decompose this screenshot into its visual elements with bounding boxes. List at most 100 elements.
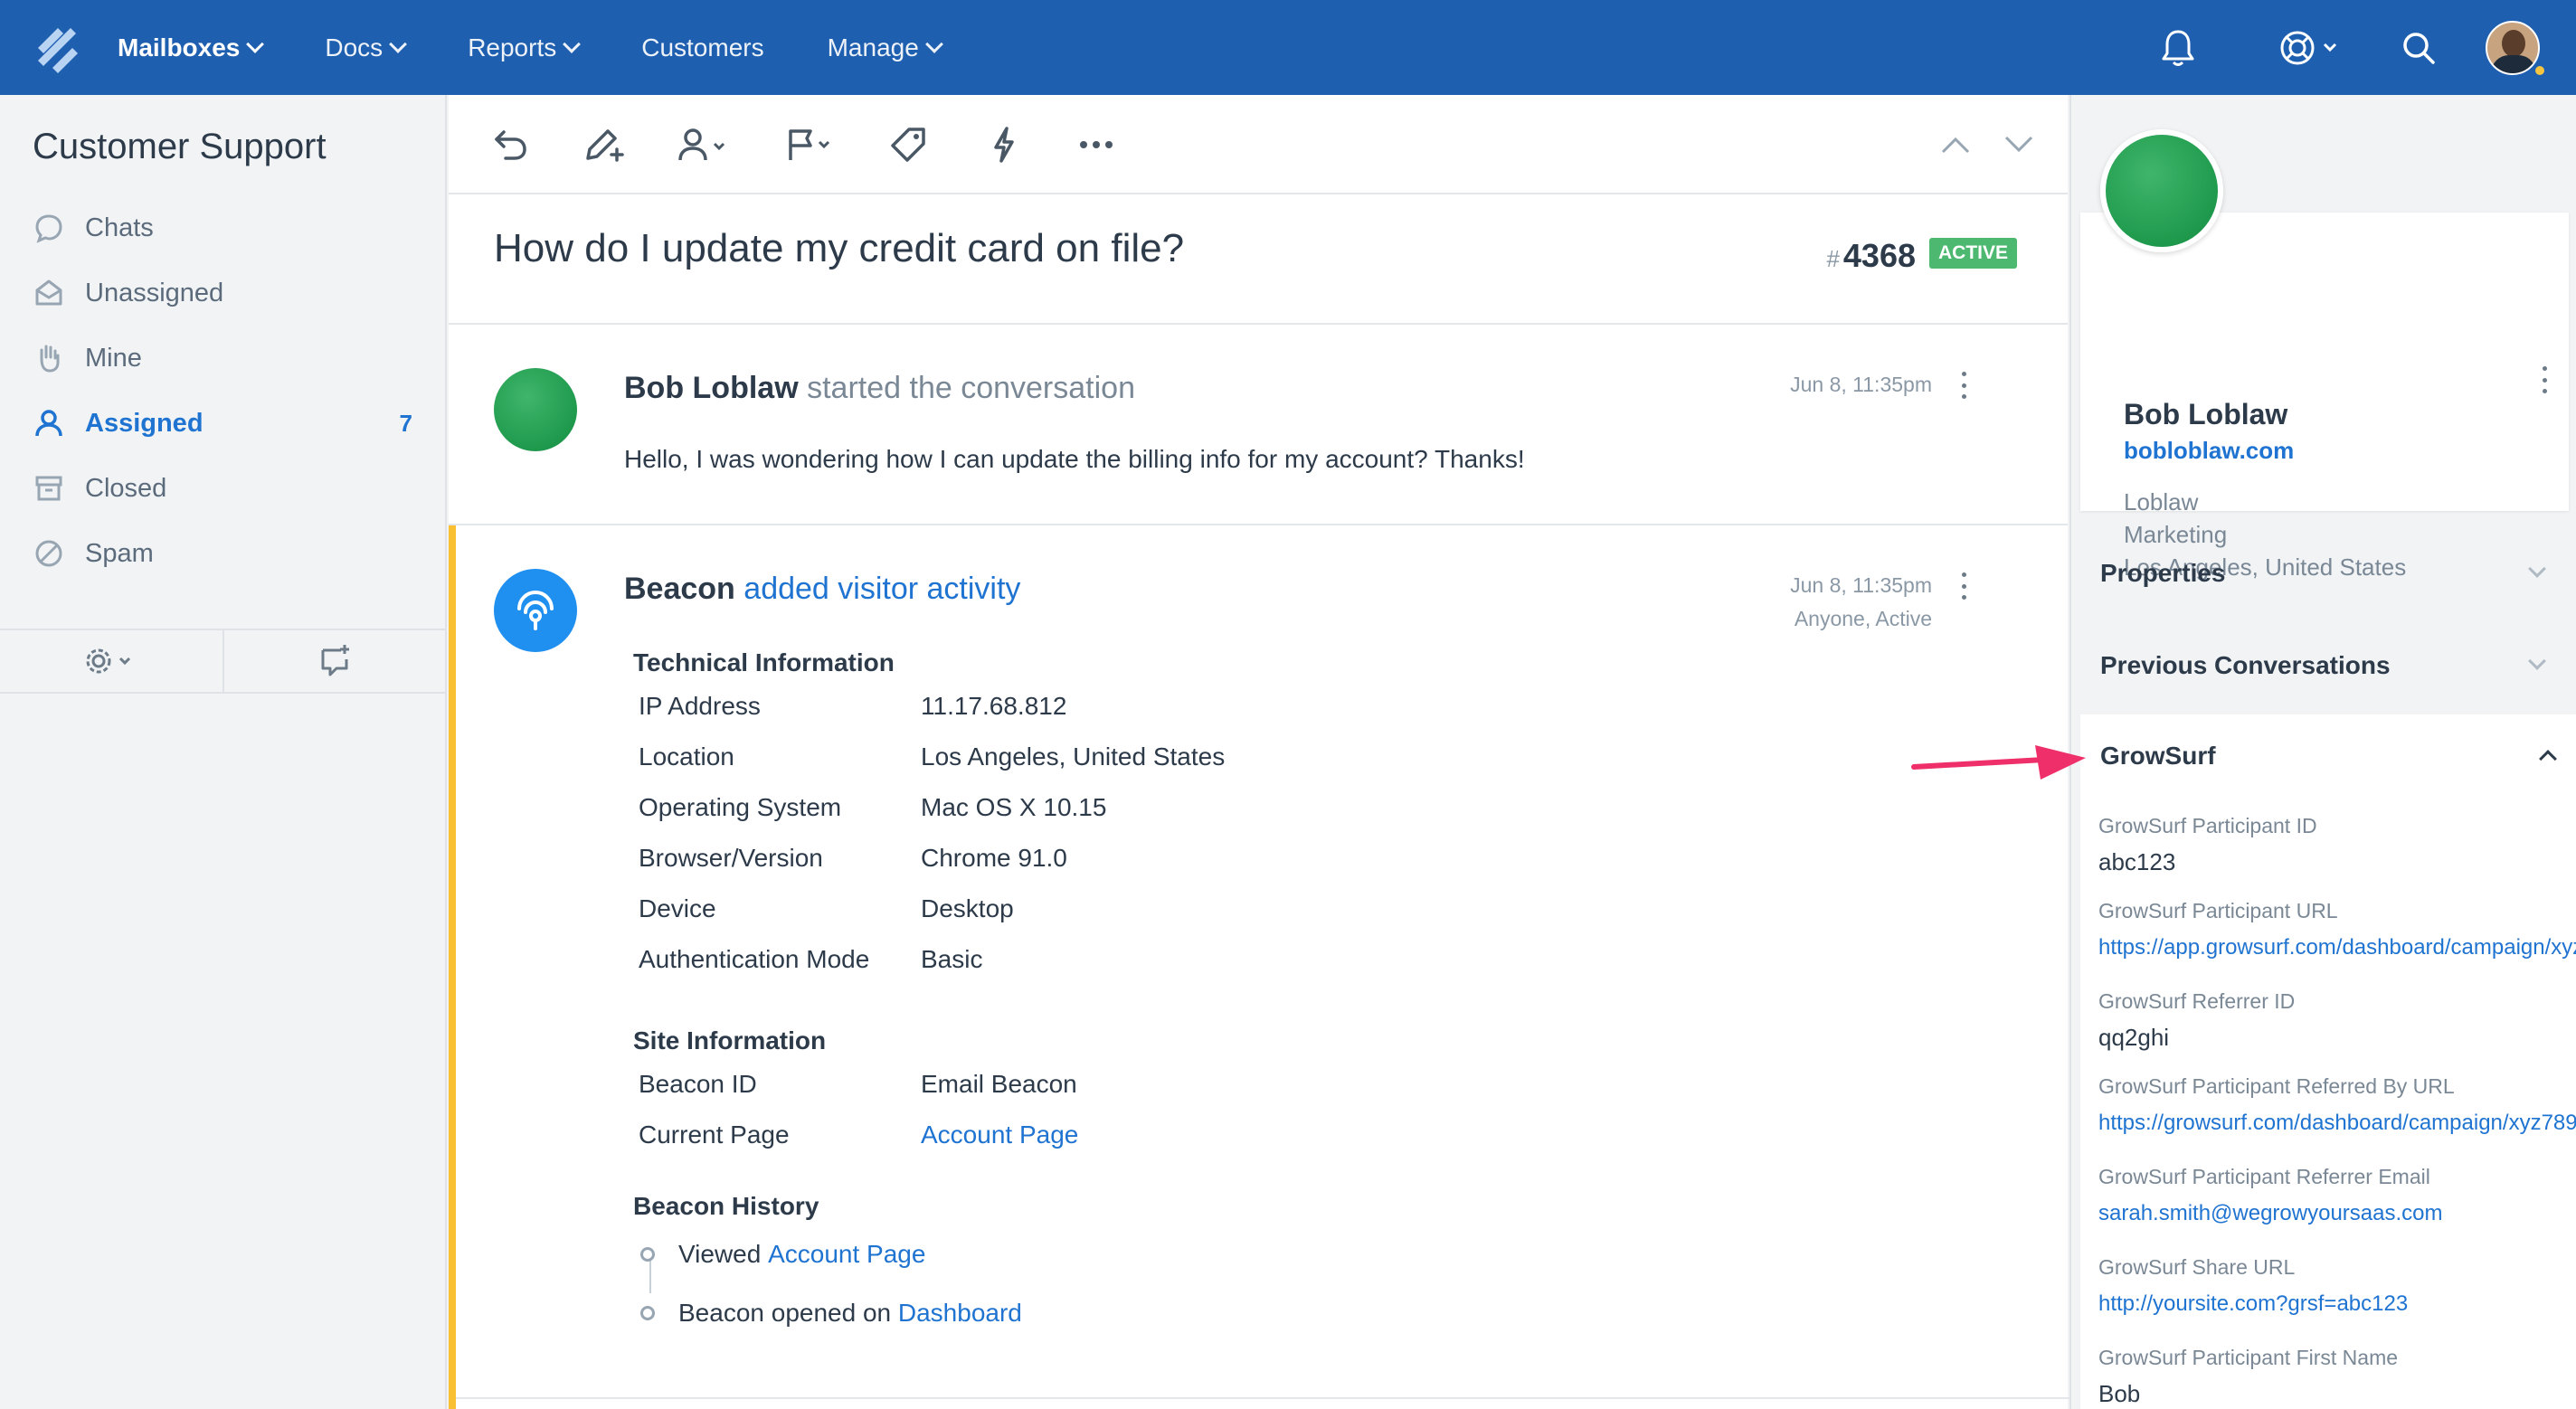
site-key: Current Page	[639, 1121, 790, 1149]
helpscout-logo-icon[interactable]	[31, 21, 85, 75]
growsurf-field-value: qq2ghi	[2098, 1024, 2170, 1051]
previous-conversations-accordion[interactable]: Previous Conversations	[2100, 651, 2391, 680]
nav-reports[interactable]: Reports	[468, 33, 582, 62]
chevron-up-icon[interactable]	[2539, 750, 2557, 768]
timeline-dot	[640, 1247, 655, 1262]
nav-manage[interactable]: Manage	[827, 33, 943, 62]
ticket-hash: #	[1826, 245, 1840, 272]
customer-menu-kebab-icon[interactable]	[2540, 366, 2549, 393]
sidebar-item-mine[interactable]: Mine	[33, 336, 412, 381]
thread-action-link[interactable]: added visitor activity	[743, 572, 1020, 606]
thread-timestamp: Jun 8, 11:35pm	[1790, 373, 1932, 396]
workflow-bolt-button[interactable]	[980, 122, 1028, 167]
person-icon	[33, 407, 65, 440]
beacon-signal-icon	[517, 591, 554, 630]
growsurf-field-link[interactable]: sarah.smith@wegrowyoursaas.com	[2098, 1201, 2443, 1226]
nav-right	[2156, 0, 2576, 95]
customer-website-link[interactable]: bobloblaw.com	[2124, 437, 2294, 465]
customer-sidebar: Bob Loblaw bobloblaw.com Loblaw Marketin…	[2069, 95, 2576, 1409]
activity-highlight-bar	[449, 525, 456, 1409]
customer-company: Loblaw	[2124, 488, 2199, 515]
current-page-link[interactable]: Account Page	[921, 1121, 1078, 1149]
sidebar-toolbar	[0, 629, 447, 694]
search-icon[interactable]	[2397, 26, 2440, 70]
thread-message-body: Hello, I was wondering how I can update …	[624, 445, 1525, 473]
growsurf-accordion[interactable]: GrowSurf	[2100, 742, 2216, 771]
sidebar-item-label: Mine	[85, 343, 142, 373]
customer-name[interactable]: Bob Loblaw	[2124, 398, 2287, 431]
more-actions-button[interactable]	[1073, 122, 1120, 167]
history-item: Viewed Account Page	[640, 1240, 925, 1269]
divider	[449, 323, 2068, 325]
mailbox-settings-button[interactable]	[0, 630, 223, 692]
technical-info-heading: Technical Information	[633, 648, 895, 676]
chevron-down-icon[interactable]	[2528, 652, 2546, 670]
tech-key: IP Address	[639, 692, 761, 720]
help-icon[interactable]	[2279, 26, 2343, 70]
history-link[interactable]: Account Page	[768, 1240, 925, 1269]
ban-icon	[33, 537, 65, 570]
history-prefix: Beacon opened on	[678, 1299, 892, 1327]
chevron-down-icon[interactable]	[2528, 560, 2546, 578]
nav-mailboxes-label: Mailboxes	[118, 33, 241, 61]
customer-avatar[interactable]	[494, 368, 577, 451]
properties-accordion[interactable]: Properties	[2100, 559, 2226, 588]
growsurf-field-label: GrowSurf Participant First Name	[2098, 1346, 2399, 1369]
growsurf-field-value: abc123	[2098, 848, 2176, 875]
growsurf-field-link[interactable]: https://app.growsurf.com/dashboard/campa…	[2098, 935, 2576, 960]
growsurf-field-link[interactable]: https://growsurf.com/dashboard/campaign/…	[2098, 1111, 2576, 1136]
growsurf-field-link[interactable]: http://yoursite.com?grsf=abc123	[2098, 1291, 2408, 1317]
nav-mailboxes[interactable]: Mailboxes	[118, 33, 265, 62]
note-button[interactable]	[581, 122, 628, 167]
growsurf-field-label: GrowSurf Share URL	[2098, 1255, 2296, 1279]
sidebar-item-assigned[interactable]: Assigned 7	[33, 401, 412, 446]
thread-action: started the conversation	[807, 371, 1135, 405]
previous-conversation-button[interactable]	[1932, 122, 1979, 167]
timeline-dot	[640, 1306, 655, 1320]
thread-menu-kebab-icon[interactable]	[1959, 572, 1968, 600]
nav-docs[interactable]: Docs	[325, 33, 408, 62]
bell-icon[interactable]	[2156, 26, 2200, 70]
top-nav: Mailboxes Docs Reports Customers Manage	[0, 0, 2576, 95]
tech-key: Operating System	[639, 793, 842, 821]
tech-key: Browser/Version	[639, 844, 823, 872]
user-avatar[interactable]	[2486, 20, 2540, 75]
sidebar-item-label: Spam	[85, 538, 154, 568]
growsurf-field-label: GrowSurf Participant Referred By URL	[2098, 1074, 2455, 1098]
thread-author-name: Beacon	[624, 572, 735, 606]
sidebar-item-chats[interactable]: Chats	[33, 205, 412, 251]
history-link[interactable]: Dashboard	[898, 1299, 1022, 1328]
status-flag-button[interactable]	[783, 122, 841, 167]
sidebar-item-label: Unassigned	[85, 278, 224, 307]
growsurf-field-label: GrowSurf Participant URL	[2098, 899, 2338, 922]
tech-key: Authentication Mode	[639, 945, 870, 973]
undo-button[interactable]	[487, 122, 534, 167]
history-prefix: Viewed	[678, 1240, 762, 1268]
chat-icon	[33, 212, 65, 244]
divider	[456, 1397, 2075, 1399]
assign-button[interactable]	[677, 122, 734, 167]
ticket-number-value: 4368	[1842, 237, 1916, 274]
thread-menu-kebab-icon[interactable]	[1959, 372, 1968, 399]
nav-reports-label: Reports	[468, 33, 557, 61]
next-conversation-button[interactable]	[1995, 122, 2042, 167]
divider	[449, 524, 2068, 525]
beacon-avatar	[494, 569, 577, 652]
chevron-down-icon	[389, 34, 408, 53]
growsurf-field-label: GrowSurf Referrer ID	[2098, 989, 2296, 1013]
history-item: Beacon opened on Dashboard	[640, 1299, 1022, 1328]
nav-docs-label: Docs	[325, 33, 384, 61]
new-conversation-button[interactable]	[223, 630, 447, 692]
nav-manage-label: Manage	[827, 33, 919, 61]
hand-icon	[33, 342, 65, 374]
status-badge[interactable]: ACTIVE	[1928, 238, 2017, 269]
sidebar-item-spam[interactable]: Spam	[33, 531, 412, 576]
tag-button[interactable]	[885, 122, 932, 167]
growsurf-field-label: GrowSurf Participant Referrer Email	[2098, 1165, 2430, 1188]
customer-profile-avatar[interactable]	[2100, 129, 2223, 252]
growsurf-field-value: Bob	[2098, 1380, 2141, 1407]
nav-customers[interactable]: Customers	[641, 33, 763, 62]
tech-value: Basic	[921, 945, 983, 973]
sidebar-item-closed[interactable]: Closed	[33, 466, 412, 511]
sidebar-item-unassigned[interactable]: Unassigned	[33, 270, 412, 316]
